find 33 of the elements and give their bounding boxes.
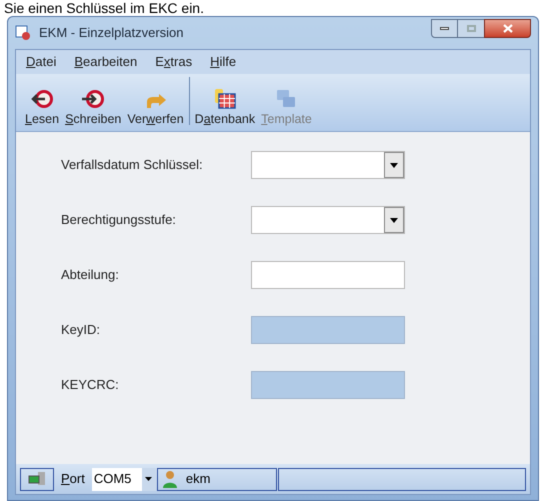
port-label: Port [60,470,86,488]
user-icon [162,470,178,488]
close-icon [502,24,512,32]
input-field[interactable] [251,316,405,344]
computer-icon[interactable] [20,468,54,490]
menu-item[interactable]: Datei [26,52,56,72]
field-label: Abteilung: [61,266,120,284]
minimize-icon [440,26,449,30]
field-label: Verfallsdatum Schlüssel: [61,156,204,174]
toolbar-button[interactable]: Schreiben [62,84,124,128]
user-name: ekm [186,470,210,488]
menu-item[interactable]: Hilfe [210,52,236,72]
port-dropdown[interactable]: COM5 [92,468,156,490]
menu-item[interactable]: Extras [155,52,192,72]
input-field[interactable] [251,261,405,289]
maximize-icon [466,24,476,32]
app-icon [15,25,31,41]
maximize-button[interactable] [458,18,484,38]
menu-item[interactable]: Bearbeiten [74,52,138,72]
page-text: Sie einen Schlüssel im EKC ein. [3,0,204,16]
dropdown-field[interactable] [251,206,405,234]
table-grid-icon [212,88,237,110]
minimize-button[interactable] [431,18,458,38]
dropdown-field[interactable] [251,151,405,179]
field-label: Berechtigungsstufe: [61,211,177,230]
toolbar-button[interactable]: Verwerfen [124,84,187,128]
window-title: EKM - Einzelplatzversion [39,24,184,42]
field-label: KeyID: [61,321,102,340]
toolbar-button[interactable]: Datenbank [192,84,258,128]
close-button[interactable] [484,18,531,38]
toolbar-button[interactable]: Lesen [22,84,62,128]
field-label: KEYCRC: [61,376,120,394]
input-field[interactable] [251,371,405,399]
